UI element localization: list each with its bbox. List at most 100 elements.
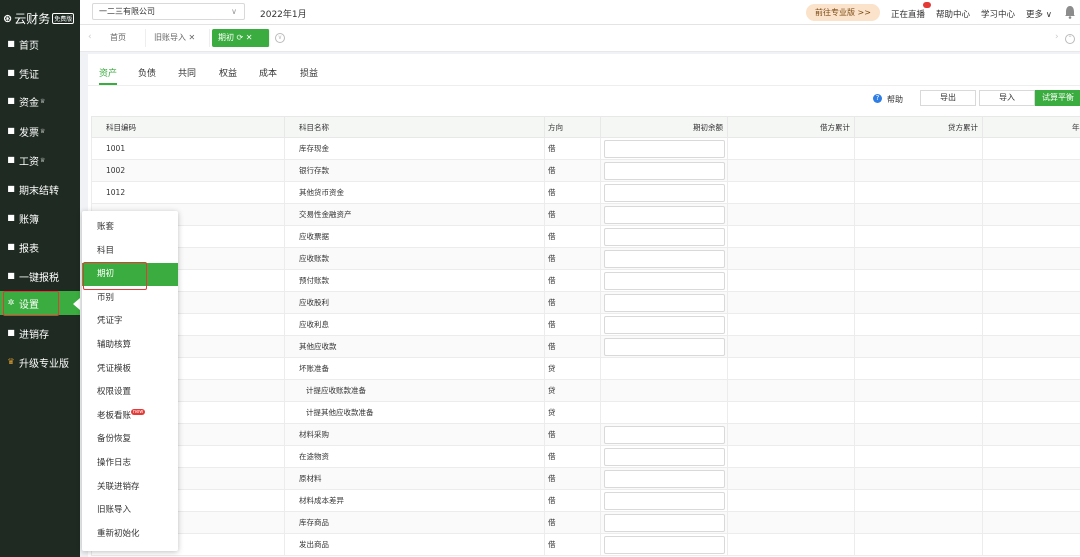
opening-balance-input[interactable] bbox=[604, 161, 725, 180]
opening-balance-input[interactable] bbox=[604, 469, 725, 488]
settings-menu-item[interactable]: 权限设置 bbox=[82, 381, 178, 404]
sidebar-item-8[interactable]: ■ 一键报税 bbox=[0, 264, 80, 288]
help-link[interactable]: 帮助 bbox=[887, 94, 903, 105]
col-opening-balance: 期初余额 bbox=[600, 116, 728, 138]
chevron-down-icon: ∨ bbox=[231, 7, 237, 16]
settings-menu-label: 权限设置 bbox=[97, 387, 132, 398]
credit-total-cell bbox=[854, 401, 983, 424]
opening-balance-input[interactable] bbox=[604, 271, 725, 290]
company-name: 一二三有限公司 bbox=[99, 7, 155, 16]
subtab-profit-loss[interactable]: 损益 bbox=[300, 66, 318, 79]
opening-balance-input[interactable] bbox=[604, 425, 725, 444]
learning-center-link[interactable]: 学习中心 bbox=[981, 8, 1015, 20]
import-button[interactable]: 导入 bbox=[979, 90, 1035, 106]
settings-menu-item[interactable]: 账套 bbox=[82, 216, 178, 239]
trial-balance-button[interactable]: 试算平衡 bbox=[1035, 90, 1080, 106]
sidebar-item-label: 工资 bbox=[19, 156, 39, 168]
tab-scroll-right-icon[interactable]: › bbox=[1055, 32, 1059, 42]
sidebar-item-1[interactable]: ■ 凭证 bbox=[0, 61, 80, 85]
close-icon[interactable]: ✕ bbox=[246, 33, 253, 42]
live-link[interactable]: 正在直播 bbox=[891, 8, 925, 20]
opening-balance-input[interactable] bbox=[604, 183, 725, 202]
refresh-icon[interactable]: ⟳ bbox=[237, 33, 244, 42]
opening-balance-input[interactable] bbox=[604, 293, 725, 312]
sidebar-item-2[interactable]: ■ 资金 ♕ bbox=[0, 89, 80, 113]
opening-balance-cell bbox=[600, 401, 728, 424]
settings-menu-item[interactable]: 备份恢复 bbox=[82, 428, 178, 451]
close-icon[interactable]: ✕ bbox=[189, 33, 196, 42]
opening-balance-input[interactable] bbox=[604, 535, 725, 554]
tab-home[interactable]: 首页 bbox=[104, 29, 146, 47]
table-row: 预付账款借 bbox=[91, 269, 1080, 292]
opening-balance-input[interactable] bbox=[604, 337, 725, 356]
sidebar-item-6[interactable]: ■ 账簿 bbox=[0, 206, 80, 230]
sidebar-item-4[interactable]: ■ 工资 ♕ bbox=[0, 148, 80, 172]
col-credit-total: 贷方累计 bbox=[854, 116, 983, 138]
account-name: 材料采购 bbox=[284, 423, 545, 446]
account-name: 银行存款 bbox=[284, 159, 545, 182]
subtab-assets[interactable]: 资产 bbox=[99, 66, 117, 79]
sidebar-item-11[interactable]: ♛ 升级专业版 bbox=[0, 350, 80, 374]
settings-menu-item[interactable]: 凭证字 bbox=[82, 310, 178, 333]
opening-balance-input[interactable] bbox=[604, 227, 725, 246]
sidebar-item-label: 账簿 bbox=[19, 214, 39, 226]
help-icon[interactable]: ? bbox=[873, 94, 882, 103]
account-name: 计提其他应收款准备 bbox=[284, 401, 545, 424]
tab-scroll-left-icon[interactable]: ‹ bbox=[88, 32, 92, 42]
more-menu[interactable]: 更多 ∨ bbox=[1026, 8, 1052, 20]
subtab-liabilities[interactable]: 负债 bbox=[138, 66, 156, 79]
account-name: 库存现金 bbox=[284, 137, 545, 160]
settings-menu-item[interactable]: 科目 bbox=[82, 240, 178, 263]
bell-icon[interactable] bbox=[1064, 5, 1076, 19]
year-start-cell bbox=[982, 445, 1080, 468]
debit-total-cell bbox=[727, 423, 855, 446]
subtab-cost[interactable]: 成本 bbox=[259, 66, 277, 79]
settings-menu-item[interactable]: 关联进销存 bbox=[82, 476, 178, 499]
sidebar-item-7[interactable]: ■ 报表 bbox=[0, 235, 80, 259]
go-pro-button[interactable]: 前往专业版 >> bbox=[806, 4, 880, 21]
opening-balance-input[interactable] bbox=[604, 447, 725, 466]
settings-menu-item[interactable]: 凭证模板 bbox=[82, 358, 178, 381]
credit-total-cell bbox=[854, 313, 983, 336]
opening-balance-input[interactable] bbox=[604, 491, 725, 510]
settings-menu-item[interactable]: 辅助核算 bbox=[82, 334, 178, 357]
settings-menu-item[interactable]: 操作日志 bbox=[82, 452, 178, 475]
invoice-icon: ■ bbox=[7, 126, 15, 135]
sidebar-item-label: 期末结转 bbox=[19, 185, 59, 197]
opening-balance-cell bbox=[600, 335, 728, 358]
opening-balance-input[interactable] bbox=[604, 513, 725, 532]
settings-menu-item[interactable]: 重新初始化 bbox=[82, 523, 178, 546]
account-name: 在途物资 bbox=[284, 445, 545, 468]
settings-menu-item[interactable]: 老板看账 new bbox=[82, 405, 178, 428]
settings-menu-item[interactable]: 币别 bbox=[82, 287, 178, 310]
tab-menu-icon[interactable]: ∨ bbox=[275, 33, 285, 43]
tab-old-import[interactable]: 旧账导入 ✕ bbox=[148, 29, 210, 47]
opening-balance-cell bbox=[600, 511, 728, 534]
table-row: 应收利息借 bbox=[91, 313, 1080, 336]
collapse-icon[interactable]: ⌃ bbox=[1065, 34, 1075, 44]
tab-opening[interactable]: 期初 ⟳ ✕ bbox=[212, 29, 270, 47]
subtab-equity[interactable]: 权益 bbox=[219, 66, 237, 79]
sidebar-item-0[interactable]: ■ 首页 bbox=[0, 32, 80, 56]
settings-menu-label: 账套 bbox=[97, 222, 115, 232]
opening-balance-input[interactable] bbox=[604, 205, 725, 224]
company-select[interactable]: 一二三有限公司 ∨ bbox=[92, 3, 245, 20]
debit-total-cell bbox=[727, 181, 855, 204]
sidebar-item-10[interactable]: ■ 进销存 bbox=[0, 321, 80, 345]
subtab-common[interactable]: 共同 bbox=[178, 66, 196, 79]
opening-balance-input[interactable] bbox=[604, 139, 725, 158]
debit-total-cell bbox=[727, 379, 855, 402]
table-row: 其他应收款借 bbox=[91, 335, 1080, 358]
settings-menu-label: 旧账导入 bbox=[97, 505, 132, 516]
opening-balance-input[interactable] bbox=[604, 315, 725, 334]
opening-balance-input[interactable] bbox=[604, 249, 725, 268]
sidebar-item-3[interactable]: ■ 发票 ♕ bbox=[0, 119, 80, 143]
account-direction: 借 bbox=[544, 225, 601, 248]
edition-badge: 免费版 bbox=[52, 12, 75, 24]
help-center-link[interactable]: 帮助中心 bbox=[936, 8, 970, 20]
export-button[interactable]: 导出 bbox=[920, 90, 976, 106]
settings-menu-item[interactable]: 旧账导入 bbox=[82, 499, 178, 522]
app-logo[interactable]: ⊛ 云财务 免费版 bbox=[3, 8, 80, 28]
sidebar-item-5[interactable]: ■ 期末结转 bbox=[0, 177, 80, 201]
table-row: 交易性金融资产借 bbox=[91, 203, 1080, 226]
